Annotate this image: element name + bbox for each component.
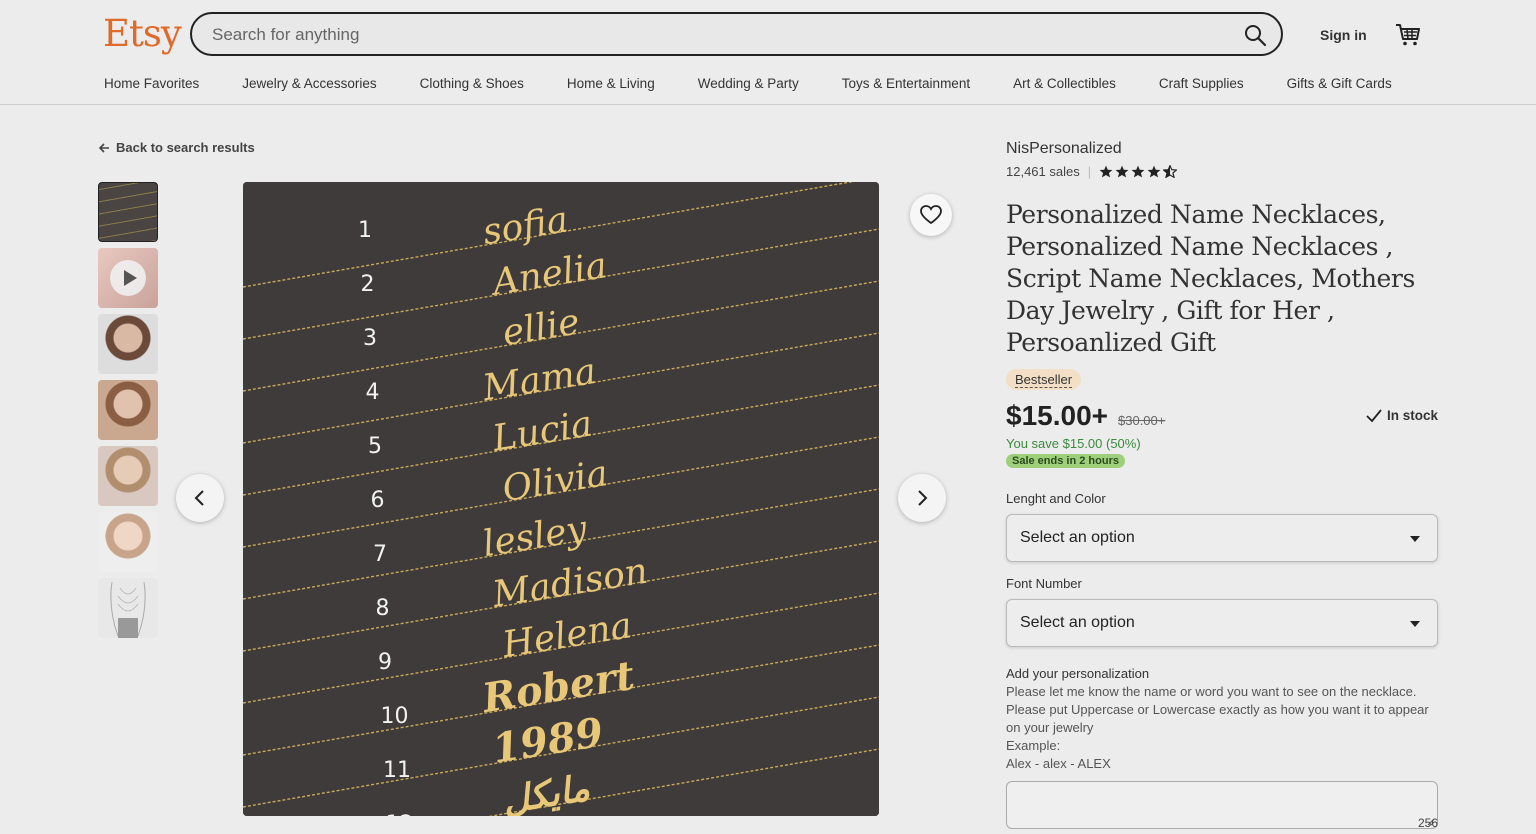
necklace-number: 12 [386, 812, 414, 816]
personalization-title: Add your personalization [1006, 666, 1150, 681]
shop-name-link[interactable]: NisPersonalized [1006, 140, 1438, 158]
sales-count: 12,461 sales [1006, 164, 1080, 179]
nav-item-clothing[interactable]: Clothing & Shoes [420, 76, 524, 91]
necklace-number: 3 [363, 326, 377, 351]
necklace-number: 1 [358, 218, 372, 243]
nav-item-home-living[interactable]: Home & Living [567, 76, 655, 91]
thumbnail-5[interactable] [98, 446, 158, 506]
main-product-image: 1 sofia 2 Anelia 3 ellie 4 Mama 5 Lucia 6 Olivia 7 le… [243, 182, 879, 816]
back-link-label: Back to search results [116, 140, 255, 155]
necklace-number: 5 [368, 434, 382, 459]
back-to-results-link[interactable]: Back to search results [98, 140, 255, 155]
select-value: Select an option [1020, 614, 1135, 631]
font-number-select[interactable]: Select an option [1006, 599, 1438, 647]
nav-item-craft[interactable]: Craft Supplies [1159, 76, 1244, 91]
nav-item-gifts[interactable]: Gifts & Gift Cards [1287, 76, 1392, 91]
category-nav: Home Favorites Jewelry & Accessories Clo… [104, 76, 1435, 91]
length-color-select[interactable]: Select an option [1006, 514, 1438, 562]
thumbnail-6[interactable] [98, 512, 158, 572]
thumbnail-2-video[interactable] [98, 248, 158, 308]
site-header: Etsy Sign in Home Favorites Jewelry & Ac… [0, 0, 1536, 105]
search-input[interactable] [210, 14, 1214, 56]
chevron-left-icon [194, 490, 204, 506]
sign-in-link[interactable]: Sign in [1320, 27, 1367, 43]
chevron-right-icon [918, 490, 928, 506]
necklace-number: 8 [376, 596, 390, 621]
necklace-number: 7 [373, 542, 387, 567]
thumbnail-list [98, 182, 158, 644]
etsy-logo[interactable]: Etsy [103, 12, 182, 55]
necklace-number: 10 [381, 704, 409, 729]
personalization-textarea[interactable] [1006, 781, 1438, 829]
heart-icon [920, 205, 942, 225]
thumbnail-4[interactable] [98, 380, 158, 440]
original-price: $30.00+ [1118, 413, 1166, 428]
price-row: $15.00+ $30.00+ In stock [1006, 400, 1438, 432]
arrow-left-icon [98, 142, 109, 153]
search-bar[interactable] [190, 12, 1283, 56]
necklace-number: 11 [383, 758, 411, 783]
nav-item-jewelry[interactable]: Jewelry & Accessories [242, 76, 376, 91]
thumbnail-3[interactable] [98, 314, 158, 374]
star-icon [1099, 165, 1113, 178]
savings-text: You save $15.00 (50%) [1006, 436, 1141, 451]
personalization-instructions: Please let me know the name or word you … [1006, 684, 1429, 771]
star-icon [1147, 165, 1161, 178]
play-icon [110, 260, 146, 296]
caret-down-icon [1410, 536, 1420, 542]
nav-item-home-favorites[interactable]: Home Favorites [104, 76, 199, 91]
sale-ends-badge: Sale ends in 2 hours [1006, 454, 1125, 468]
checkmark-icon [1366, 408, 1382, 422]
necklace-number: 2 [361, 272, 375, 297]
product-details: NisPersonalized 12,461 sales | Personali… [1006, 140, 1438, 830]
necklace-number: 6 [371, 488, 385, 513]
search-icon[interactable] [1243, 23, 1267, 47]
option2-label: Font Number [1006, 576, 1082, 591]
stock-status: In stock [1366, 408, 1438, 423]
divider: | [1087, 164, 1092, 179]
product-title: Personalized Name Necklaces, Personalize… [1006, 200, 1415, 357]
option1-label: Lenght and Color [1006, 491, 1106, 506]
cart-icon[interactable] [1395, 22, 1421, 48]
next-image-button[interactable] [898, 474, 946, 522]
character-count: 256 [1417, 816, 1438, 830]
nav-item-toys[interactable]: Toys & Entertainment [842, 76, 970, 91]
nav-item-art[interactable]: Art & Collectibles [1013, 76, 1116, 91]
bestseller-badge[interactable]: Bestseller [1006, 369, 1082, 390]
rating-stars[interactable] [1099, 165, 1178, 178]
current-price: $15.00+ [1006, 400, 1108, 431]
caret-down-icon [1410, 621, 1420, 627]
favorite-button[interactable] [910, 194, 952, 236]
select-value: Select an option [1020, 529, 1135, 546]
necklace-number: 4 [366, 380, 380, 405]
thumbnail-1[interactable] [98, 182, 158, 242]
necklace-number: 9 [378, 650, 392, 675]
star-icon [1131, 165, 1145, 178]
star-half-icon [1163, 165, 1178, 178]
previous-image-button[interactable] [176, 474, 224, 522]
sales-rating-row: 12,461 sales | [1006, 164, 1438, 179]
star-icon [1115, 165, 1129, 178]
nav-item-wedding[interactable]: Wedding & Party [698, 76, 799, 91]
thumbnail-7[interactable] [98, 578, 158, 638]
